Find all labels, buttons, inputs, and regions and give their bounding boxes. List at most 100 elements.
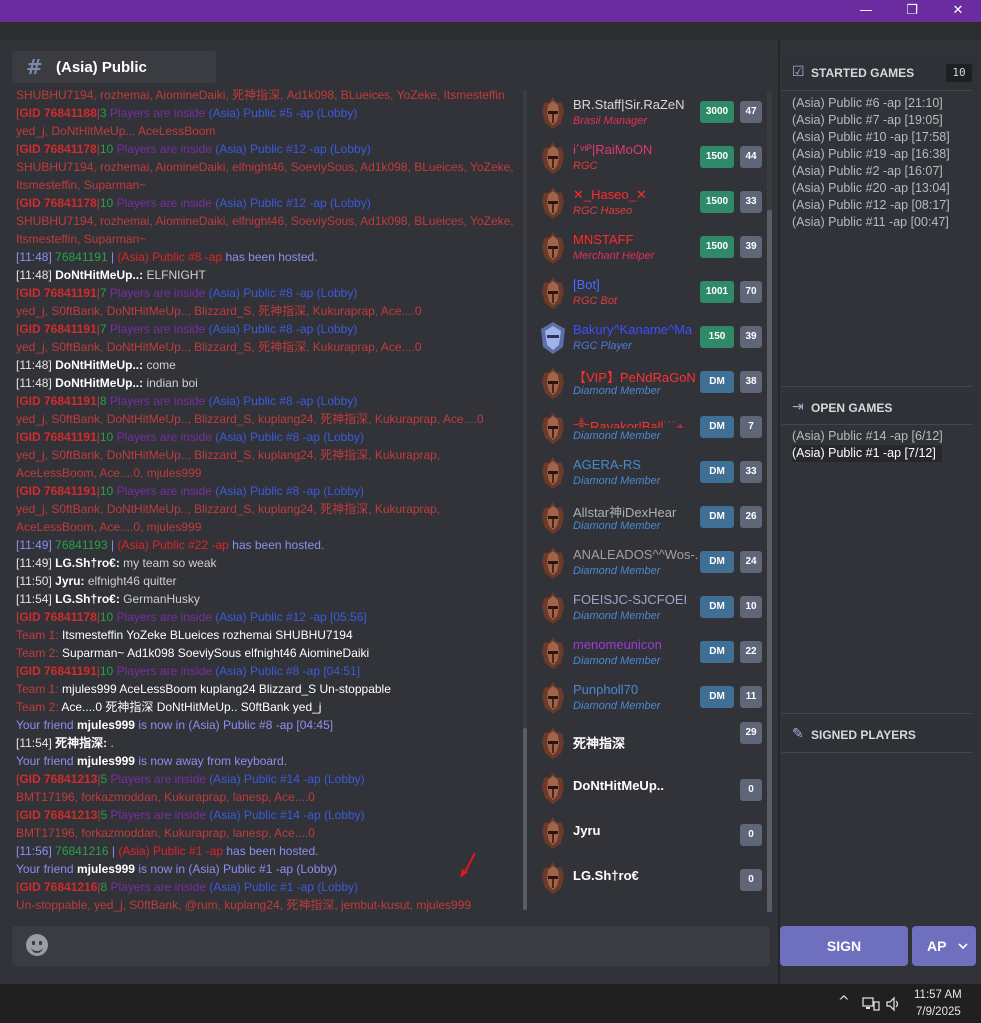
player-scrollbar-thumb[interactable] (767, 210, 772, 912)
player-row[interactable]: BR.Staff|Sir.RaZeN Brasil Manager 3000 47 (535, 90, 765, 135)
player-role: Diamond Member (573, 430, 661, 442)
chat-segment: Players are inside (113, 664, 216, 678)
player-row[interactable]: [Bot] RGC Bot 1001 70 (535, 270, 765, 315)
player-row[interactable]: DoNtHitMeUp.. 0 (535, 765, 765, 810)
chat-line: [GID 76841178|10 Players are inside (Asi… (16, 140, 522, 158)
chat-segment: yed_j, DoNtHitMeUp.., AceLessBoom (16, 124, 216, 138)
chat-segment: Suparman~ Ad1k098 SoeviySous elfnight46 … (62, 646, 370, 660)
network-icon[interactable] (862, 996, 880, 1012)
speaker-icon[interactable] (886, 996, 902, 1012)
chat-segment: mjules999 AceLessBoom kuplang24 Blizzard… (62, 682, 391, 696)
open-game-item[interactable]: (Asia) Public #14 -ap [6/12] (792, 428, 943, 445)
player-row[interactable]: 【VIP】PeNdRaGoN Diamond Member DM 38 (535, 360, 765, 405)
chat-segment: GID 76841178 (19, 196, 97, 210)
player-row[interactable]: AGERA-RS Diamond Member DM 33 (535, 450, 765, 495)
message-input-bar[interactable] (12, 926, 770, 966)
player-name: ANALEADOS^^Wos-.- (573, 547, 698, 562)
chat-segment: (Asia) Public #8 -ap (Lobby) (215, 484, 365, 498)
started-game-item[interactable]: (Asia) Public #6 -ap [21:10] (792, 95, 943, 112)
player-row[interactable]: i´ᵛᶦᴾ|RaiMoON RGC 1500 44 (535, 135, 765, 180)
sign-button[interactable]: SIGN (780, 926, 908, 966)
chat-scrollbar-thumb[interactable] (523, 728, 527, 910)
chat-segment: has been hosted. (222, 250, 318, 264)
player-row[interactable]: Jyru 0 (535, 810, 765, 855)
chat-segment: 10 (99, 142, 114, 156)
player-row[interactable]: FOEISJC-SJCFOEI Diamond Member DM 10 (535, 585, 765, 630)
chat-segment: [11:48] (16, 250, 56, 264)
chat-line: [11:50] Jyru: elfnight46 quitter (16, 572, 522, 590)
chat-segment: Players are inside (106, 394, 209, 408)
chat-segment: GID 76841178 (19, 142, 97, 156)
chat-segment: GID 76841191 (19, 664, 97, 678)
player-list[interactable]: BR.Staff|Sir.RaZeN Brasil Manager 3000 47 i´… (535, 90, 765, 916)
chat-line: [GID 76841188|3 Players are inside (Asia… (16, 104, 522, 122)
chat-line: SHUBHU7194, rozhemai, AiomineDaiki, elfn… (16, 212, 522, 230)
player-role: RGC (573, 160, 598, 172)
player-row[interactable]: menomeunicon Diamond Member DM 22 (535, 630, 765, 675)
chat-line: SHUBHU7194, rozhemai, AiomineDaiki, elfn… (16, 158, 522, 176)
started-games-header[interactable]: ☑ STARTED GAMES 10 (782, 57, 978, 89)
chat-segment: . (110, 736, 114, 750)
chat-line: AceLessBoom, Ace....0, mjules999 (16, 464, 522, 482)
started-game-item[interactable]: (Asia) Public #11 -ap [00:47] (792, 214, 949, 231)
started-game-item[interactable]: (Asia) Public #2 -ap [16:07] (792, 163, 943, 180)
chat-segment: GermanHusky (123, 592, 200, 606)
player-name: Allstar神iDexHear (573, 505, 677, 518)
player-name: [Bot] (573, 277, 600, 292)
player-name: Bakury^Kaname^Ma (573, 322, 693, 337)
signed-players-header[interactable]: ✎ SIGNED PLAYERS (782, 719, 978, 751)
chat-segment: GID 76841191 (19, 286, 97, 300)
chat-segment: [11:48] (16, 376, 56, 390)
player-role: RGC Player (573, 340, 632, 352)
open-games-header[interactable]: ⇥ OPEN GAMES (782, 392, 978, 424)
player-role: Diamond Member (573, 655, 661, 667)
chat-segment: (Asia) Public #8 -ap (Lobby) (208, 394, 358, 408)
chat-segment: [11:48] (16, 268, 56, 282)
player-count-badge: 0 (740, 869, 762, 891)
started-game-item[interactable]: (Asia) Public #7 -ap [19:05] (792, 112, 943, 129)
message-input[interactable] (58, 932, 762, 962)
player-row[interactable]: Bakury^Kaname^Ma RGC Player 150 39 (535, 315, 765, 360)
player-role: Diamond Member (573, 565, 661, 577)
player-row[interactable]: MNSTAFF Merchant Helper 1500 39 (535, 225, 765, 270)
started-games-title: STARTED GAMES (811, 66, 915, 80)
player-row[interactable]: LG.Sh†ro€ 0 (535, 855, 765, 900)
player-row[interactable]: Punpholl70 Diamond Member DM 11 (535, 675, 765, 720)
started-game-item[interactable]: (Asia) Public #20 -ap [13:04] (792, 180, 950, 197)
emoji-icon[interactable] (26, 934, 48, 956)
player-name: 死神指深 (573, 736, 626, 749)
chat-segment: 76841191 (55, 250, 108, 264)
chat-segment: Players are inside (106, 106, 209, 120)
player-avatar (538, 771, 568, 805)
player-role: Diamond Member (573, 700, 661, 712)
ap-dropdown-button[interactable]: AP (912, 926, 976, 966)
clock-date[interactable]: 7/9/2025 (916, 1006, 961, 1018)
chat-segment: Players are inside (106, 286, 209, 300)
player-name: MNSTAFF (573, 232, 634, 247)
chat-segment: BMT17196, forkazmoddan, Kukuraprap, lane… (16, 790, 315, 804)
player-rank-badge: DM (700, 551, 734, 573)
player-row[interactable]: ༒Ravakor|Ball˙˙˙+ Diamond Member DM 7 (535, 405, 765, 450)
player-avatar (538, 636, 568, 670)
close-button[interactable]: ✕ (935, 0, 981, 22)
open-game-item[interactable]: (Asia) Public #1 -ap [7/12] (792, 445, 942, 462)
started-game-item[interactable]: (Asia) Public #12 -ap [08:17] (792, 197, 950, 214)
channel-header[interactable]: # (Asia) Public (12, 51, 216, 83)
chat-segment: [11:49] (16, 556, 56, 570)
chat-segment: Your friend (16, 754, 77, 768)
player-avatar (538, 321, 568, 355)
chevron-up-icon[interactable]: ^ (838, 994, 850, 1010)
player-row[interactable]: ✕_Haseo_✕ RGC Haseo 1500 33 (535, 180, 765, 225)
maximize-button[interactable]: ❐ (889, 0, 935, 22)
started-game-item[interactable]: (Asia) Public #10 -ap [17:58] (792, 129, 950, 146)
started-game-item[interactable]: (Asia) Public #19 -ap [16:38] (792, 146, 950, 163)
chat-log[interactable]: SHUBHU7194, rozhemai, AiomineDaiki, 死神指深… (10, 86, 522, 912)
player-row[interactable]: Allstar神iDexHear Diamond Member DM 26 (535, 495, 765, 540)
player-rank-badge: 1500 (700, 146, 734, 168)
player-row[interactable]: 死神指深 29 (535, 720, 765, 765)
minimize-button[interactable]: — (843, 0, 889, 22)
player-row[interactable]: ANALEADOS^^Wos-.- Diamond Member DM 24 (535, 540, 765, 585)
clock-time[interactable]: 11:57 AM (914, 989, 962, 1001)
join-icon: ⇥ (792, 399, 804, 415)
chat-line: yed_j, S0ftBank, DoNtHitMeUp.., Blizzard… (16, 410, 522, 428)
